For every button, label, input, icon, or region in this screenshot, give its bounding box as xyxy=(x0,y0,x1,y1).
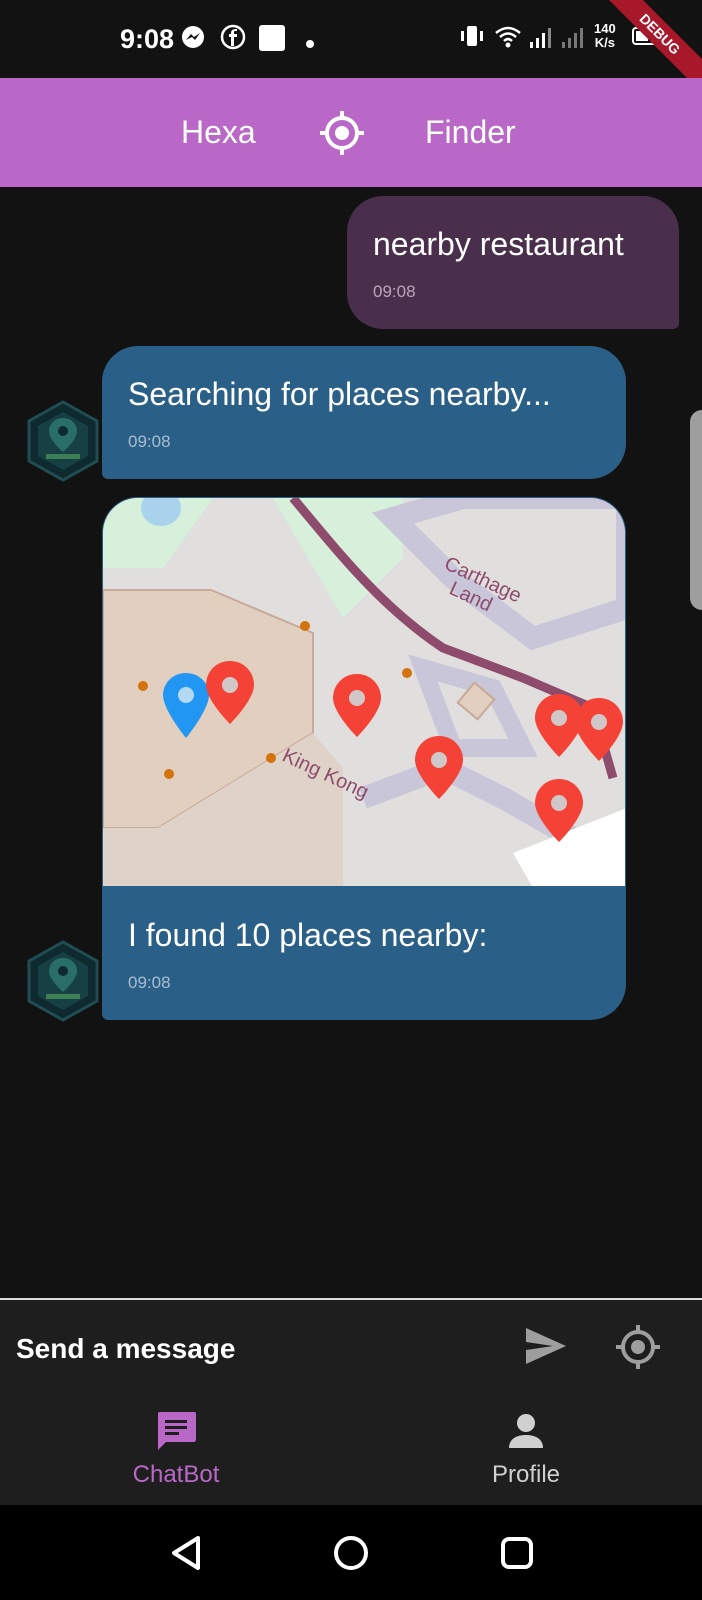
speed-unit: K/s xyxy=(594,35,615,50)
gps-target-icon[interactable] xyxy=(615,1324,661,1375)
nav-item-chatbot[interactable]: ChatBot xyxy=(86,1410,266,1489)
map-image: Carthage Land King Kong xyxy=(103,498,625,886)
home-icon[interactable] xyxy=(331,1534,371,1577)
dot-icon xyxy=(306,35,314,53)
gps-target-icon xyxy=(319,110,365,161)
signal-icon xyxy=(528,24,554,55)
message-input[interactable]: Send a message xyxy=(16,1333,235,1365)
messenger-icon xyxy=(180,24,206,55)
map-preview[interactable]: Carthage Land King Kong xyxy=(102,497,626,887)
bot-message-bubble: Searching for places nearby... 09:08 xyxy=(102,346,626,479)
bottom-navigation: ChatBot Profile xyxy=(0,1396,702,1505)
vibrate-icon xyxy=(458,24,486,55)
app-bar: Hexa Finder xyxy=(0,78,702,187)
message-text: Searching for places nearby... xyxy=(128,376,551,412)
speed-value: 140 xyxy=(594,21,616,36)
message-text: I found 10 places nearby: xyxy=(128,917,488,953)
nav-item-profile[interactable]: Profile xyxy=(436,1410,616,1489)
bot-message-bubble: I found 10 places nearby: 09:08 xyxy=(102,887,626,1020)
back-icon[interactable] xyxy=(166,1534,206,1577)
facebook-icon xyxy=(220,24,246,55)
recents-icon[interactable] xyxy=(497,1534,537,1577)
signal-icon xyxy=(560,24,586,55)
app-title-left: Hexa xyxy=(181,114,256,150)
square-app-icon xyxy=(258,24,286,57)
nav-label: ChatBot xyxy=(132,1461,220,1488)
user-message-bubble: nearby restaurant 09:08 xyxy=(347,196,679,329)
app-title-right: Finder xyxy=(425,114,516,150)
person-icon xyxy=(504,1414,548,1456)
wifi-icon xyxy=(494,24,522,55)
message-text: nearby restaurant xyxy=(373,226,624,262)
network-speed: 140 K/s xyxy=(594,22,616,50)
status-bar: 9:08 140 K/s DEBUG xyxy=(0,0,702,100)
bot-avatar xyxy=(26,940,100,1022)
bot-avatar xyxy=(26,400,100,482)
chat-icon xyxy=(154,1412,198,1456)
send-icon[interactable] xyxy=(523,1324,569,1373)
message-time: 09:08 xyxy=(128,432,171,451)
scroll-handle[interactable] xyxy=(690,410,702,610)
message-time: 09:08 xyxy=(128,973,171,992)
message-time: 09:08 xyxy=(373,282,416,301)
message-input-bar: Send a message xyxy=(0,1298,702,1398)
system-navigation-bar xyxy=(0,1505,702,1600)
status-time: 9:08 xyxy=(120,24,175,54)
nav-label: Profile xyxy=(491,1461,561,1488)
